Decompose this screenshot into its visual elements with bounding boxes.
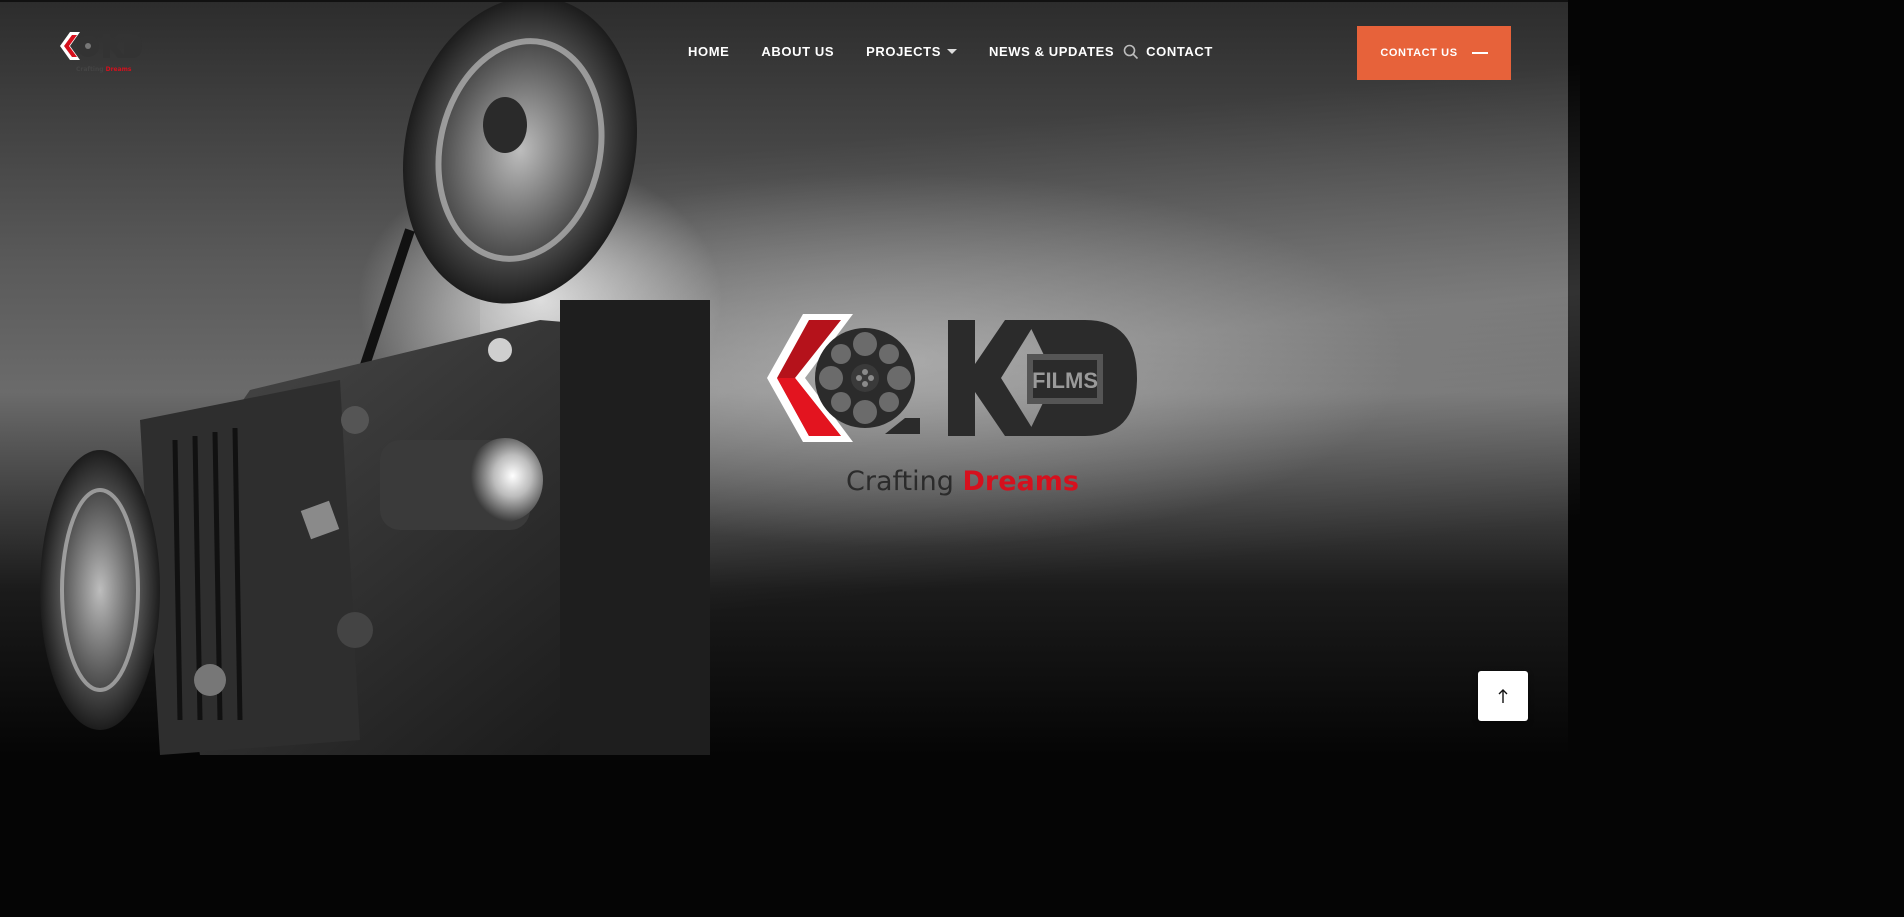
dash-icon	[1471, 52, 1488, 54]
nav-contact-label: CONTACT	[1146, 44, 1213, 59]
nav-home-label: HOME	[688, 44, 730, 59]
hero-tagline-accent: Dreams	[962, 466, 1079, 497]
chevron-down-icon	[946, 49, 957, 54]
search-icon[interactable]	[1123, 44, 1139, 60]
brand-logo-mark	[60, 32, 142, 60]
nav-about-label: ABOUT US	[761, 44, 835, 59]
brand-tagline-prefix: Crafting	[76, 66, 104, 73]
contact-us-button[interactable]: CONTACT US	[1357, 26, 1511, 80]
nav-news-label: NEWS & UPDATES	[988, 44, 1115, 59]
nav-item-about-us[interactable]: ABOUT US	[761, 44, 834, 59]
hero-tagline-prefix: Crafting	[846, 466, 954, 497]
site-header: Crafting Dreams HOME ABOUT US PROJECTS N…	[0, 0, 1568, 105]
hero-tagline: Crafting Dreams	[846, 466, 1079, 497]
main-nav: HOME ABOUT US PROJECTS NEWS & UPDATES CO…	[688, 44, 1245, 59]
nav-item-news-updates[interactable]: NEWS & UPDATES	[989, 44, 1114, 59]
nav-item-contact[interactable]: CONTACT	[1146, 44, 1213, 59]
hero-logo: FILMS	[767, 314, 1137, 442]
hero-logo-films-text: FILMS	[1032, 368, 1098, 393]
contact-us-label: CONTACT US	[1380, 47, 1458, 59]
scroll-to-top-button[interactable]	[1478, 671, 1528, 721]
nav-projects-label: PROJECTS	[866, 44, 941, 59]
top-divider	[0, 0, 1568, 2]
brand-tagline: Crafting Dreams	[76, 66, 132, 73]
brand-tagline-accent: Dreams	[105, 66, 132, 73]
arrow-up-icon	[1498, 689, 1508, 703]
brand-logo[interactable]: Crafting Dreams	[58, 30, 148, 76]
nav-item-home[interactable]: HOME	[688, 44, 729, 59]
nav-item-projects[interactable]: PROJECTS	[866, 44, 957, 59]
film-projector-image	[40, 0, 710, 755]
